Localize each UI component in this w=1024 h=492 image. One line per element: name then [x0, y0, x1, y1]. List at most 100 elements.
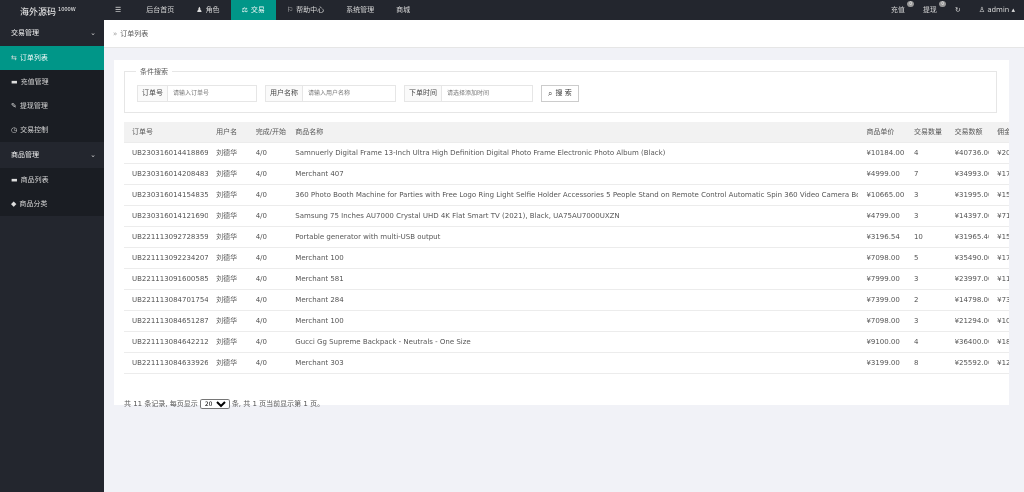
- table-row[interactable]: UB2211130846339263 刘德华 4/0 Merchant 303 ¥319…: [124, 353, 1009, 374]
- main-content: »订单列表 条件搜索 订单号 用户名称 下单时间 ⌕搜 索: [104, 20, 1024, 492]
- filter-legend: 条件搜索: [136, 67, 172, 77]
- cell-price: ¥7098.00: [866, 317, 900, 325]
- recharge-link[interactable]: 充值 0: [882, 0, 914, 20]
- nav-system[interactable]: 系统管理: [335, 0, 385, 20]
- nav-shop[interactable]: 商城: [385, 0, 421, 20]
- cell-order-no: UB2211130922342076: [132, 254, 209, 262]
- cell-amount: ¥34993.00: [954, 170, 990, 178]
- pagination: 共 11 条记录, 每页显示 20 条, 共 1 页当前显示第 1 页。: [124, 399, 324, 409]
- cell-user: 刘德华: [216, 296, 238, 304]
- sidebar-group-trade[interactable]: 交易管理 ⌄: [0, 20, 104, 46]
- header-commission: 佣金: [997, 128, 1009, 136]
- per-page-select[interactable]: 20: [199, 399, 230, 409]
- cell-amount: ¥36400.00: [954, 338, 990, 346]
- refresh-icon: ↻: [954, 6, 961, 14]
- cell-commission: ¥182: [997, 338, 1009, 346]
- cell-commission: ¥177: [997, 254, 1009, 262]
- cell-order-no: UB2211130847017548: [132, 296, 209, 304]
- user-name-group: 用户名称: [265, 85, 396, 102]
- cell-commission: ¥71.: [997, 212, 1009, 220]
- refresh-button[interactable]: ↻: [946, 0, 970, 20]
- cell-progress: 4/0: [255, 149, 267, 157]
- cell-product: Portable generator with multi-USB output: [295, 233, 441, 241]
- cell-price: ¥3199.00: [866, 359, 900, 367]
- header-price: 商品单价: [866, 128, 895, 136]
- sidebar-item-label: 交易控制: [20, 126, 49, 134]
- header-amount: 交易数额: [954, 128, 983, 136]
- table-row[interactable]: UB2211130846512876 刘德华 4/0 Merchant 100 ¥709…: [124, 311, 1009, 332]
- sidebar-group-label: 商品管理: [11, 151, 39, 159]
- cell-progress: 4/0: [255, 338, 267, 346]
- cell-price: ¥10665.00: [866, 191, 905, 199]
- header-progress: 完成/开始: [255, 128, 287, 136]
- cell-amount: ¥31965.40: [954, 233, 990, 241]
- user-menu[interactable]: ♙ admin ▴: [970, 0, 1024, 20]
- search-button[interactable]: ⌕ 搜 索: [541, 85, 579, 102]
- nav-help-label: 帮助中心: [296, 6, 325, 14]
- cell-product: Merchant 303: [295, 359, 344, 367]
- table-row[interactable]: UB2211130927283597 刘德华 4/0 Portable generat…: [124, 227, 1009, 248]
- cell-amount: ¥14798.00: [954, 296, 990, 304]
- brand-logo[interactable]: 海外源码 1000W: [0, 0, 104, 20]
- nav-help[interactable]: ⚐ 帮助中心: [276, 0, 335, 20]
- sidebar-item-withdraw[interactable]: ✎ 提现管理: [0, 94, 104, 118]
- order-table: 订单号 用户名 完成/开始 商品名称 商品单价 交易数量 交易数额 佣金 UB2…: [124, 122, 1009, 374]
- right-nav: 充值 0 提现 0 ↻ ♙ admin ▴: [882, 0, 1024, 20]
- search-icon: ⌕: [548, 89, 553, 98]
- top-bar: 海外源码 1000W ☰ 后台首页 ♟ 角色 ⚖ 交易 ⚐ 帮助中心 系统管理 商城 充…: [0, 0, 1024, 20]
- user-name-input[interactable]: [303, 86, 395, 101]
- sidebar-item-goods-list[interactable]: ▬ 商品列表: [0, 168, 104, 192]
- order-no-label: 订单号: [138, 86, 168, 101]
- nav-trade-label: 交易: [250, 6, 265, 14]
- nav-home[interactable]: 后台首页: [135, 0, 185, 20]
- table-row[interactable]: UB2303160142084832 刘德华 4/0 Merchant 407 ¥499…: [124, 164, 1009, 185]
- table-row[interactable]: UB2303160144188692 刘德华 4/0 Samnuerly Digita…: [124, 143, 1009, 164]
- cell-progress: 4/0: [255, 233, 267, 241]
- table-row[interactable]: UB2303160141216900 刘德华 4/0 Samsung 75 Inche…: [124, 206, 1009, 227]
- cell-qty: 4: [913, 338, 919, 346]
- cell-user: 刘德华: [216, 275, 238, 283]
- sidebar-item-control[interactable]: ◷ 交易控制: [0, 118, 104, 142]
- cell-progress: 4/0: [255, 296, 267, 304]
- table-row[interactable]: UB2211130846422129 刘德华 4/0 Gucci Gg Supreme…: [124, 332, 1009, 353]
- cell-user: 刘德华: [216, 317, 238, 325]
- nav-trade[interactable]: ⚖ 交易: [230, 0, 276, 20]
- nav-role[interactable]: ♟ 角色: [185, 0, 230, 20]
- cell-price: ¥3196.54: [866, 233, 900, 241]
- header-qty: 交易数量: [913, 128, 942, 136]
- sidebar-group-goods[interactable]: 商品管理 ⌄: [0, 142, 104, 168]
- list-icon: ▬: [11, 176, 18, 184]
- cell-user: 刘德华: [216, 233, 238, 241]
- table-row[interactable]: UB2211130916005858 刘德华 4/0 Merchant 581 ¥799…: [124, 269, 1009, 290]
- menu-toggle[interactable]: ☰: [104, 0, 135, 20]
- nav-role-label: 角色: [205, 6, 220, 14]
- cell-amount: ¥23997.00: [954, 275, 990, 283]
- table-row[interactable]: UB2211130922342076 刘德华 4/0 Merchant 100 ¥709…: [124, 248, 1009, 269]
- sidebar-item-label: 订单列表: [19, 54, 48, 62]
- cell-order-no: UB2303160141548358: [132, 191, 209, 199]
- cell-order-no: UB2211130846422129: [132, 338, 209, 346]
- cell-qty: 10: [913, 233, 923, 241]
- card-icon: ▬: [11, 78, 18, 86]
- sidebar-item-goods-category[interactable]: ◆ 商品分类: [0, 192, 104, 216]
- cell-order-no: UB2303160141216900: [132, 212, 209, 220]
- table-row[interactable]: UB2211130847017548 刘德华 4/0 Merchant 284 ¥739…: [124, 290, 1009, 311]
- sidebar-item-orders[interactable]: ⇆ 订单列表: [0, 46, 104, 70]
- table-body: UB2303160144188692 刘德华 4/0 Samnuerly Digita…: [124, 143, 1009, 374]
- cell-order-no: UB2211130846512876: [132, 317, 209, 325]
- order-no-group: 订单号: [137, 85, 257, 102]
- cell-product: Merchant 284: [295, 296, 344, 304]
- cell-amount: ¥14397.00: [954, 212, 990, 220]
- sidebar-item-recharge[interactable]: ▬ 充值管理: [0, 70, 104, 94]
- order-time-input[interactable]: [442, 86, 532, 101]
- cell-commission: ¥119: [997, 275, 1009, 283]
- cell-product: Merchant 100: [295, 254, 344, 262]
- cell-progress: 4/0: [255, 212, 267, 220]
- sidebar-item-label: 充值管理: [20, 78, 49, 86]
- cell-amount: ¥40736.00: [954, 149, 990, 157]
- table-row[interactable]: UB2303160141548358 刘德华 4/0 360 Photo Booth …: [124, 185, 1009, 206]
- cell-qty: 5: [913, 254, 919, 262]
- withdraw-link[interactable]: 提现 0: [914, 0, 946, 20]
- order-no-input[interactable]: [168, 86, 256, 101]
- cell-product: Merchant 581: [295, 275, 344, 283]
